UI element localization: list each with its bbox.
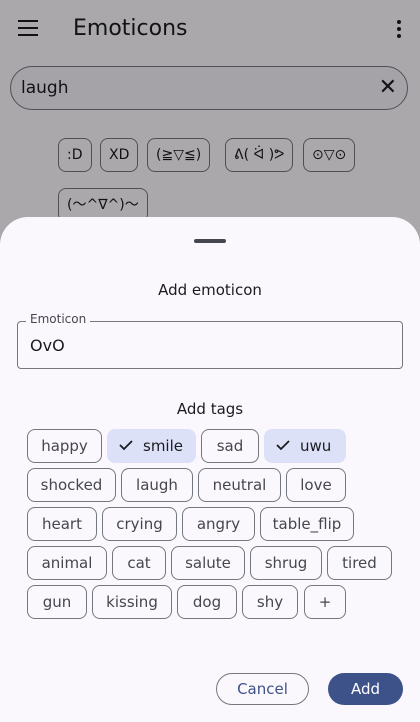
- tag-chip-love[interactable]: love: [286, 468, 346, 502]
- emoticon-field[interactable]: Emoticon OvO: [17, 312, 403, 369]
- tag-chip-dog[interactable]: dog: [177, 585, 237, 619]
- tags-title: Add tags: [176, 400, 244, 418]
- tag-chip-uwu[interactable]: uwu: [264, 429, 346, 463]
- check-icon: [119, 440, 133, 451]
- tag-chip-angry[interactable]: angry: [182, 507, 255, 541]
- tag-chip-heart[interactable]: heart: [27, 507, 97, 541]
- tag-chip-salute[interactable]: salute: [171, 546, 245, 580]
- add-tag-button[interactable]: +: [304, 585, 346, 619]
- tag-chip-sad[interactable]: sad: [201, 429, 259, 463]
- check-icon: [276, 440, 290, 451]
- tag-chip-animal[interactable]: animal: [27, 546, 107, 580]
- tag-chip-tired[interactable]: tired: [327, 546, 392, 580]
- tag-chip-neutral[interactable]: neutral: [198, 468, 281, 502]
- emoticon-field-label: Emoticon: [26, 312, 91, 326]
- tag-chip-shocked[interactable]: shocked: [27, 468, 116, 502]
- emoticon-input[interactable]: OvO: [30, 336, 65, 355]
- tag-chip-crying[interactable]: crying: [102, 507, 177, 541]
- tag-chip-happy[interactable]: happy: [27, 429, 102, 463]
- add-button[interactable]: Add: [328, 673, 403, 705]
- tag-chip-shy[interactable]: shy: [242, 585, 298, 619]
- tag-chip-shrug[interactable]: shrug: [250, 546, 322, 580]
- tag-chip-smile[interactable]: smile: [107, 429, 196, 463]
- tag-chip-cat[interactable]: cat: [112, 546, 166, 580]
- drag-handle[interactable]: [194, 239, 226, 243]
- sheet-title: Add emoticon: [158, 281, 262, 299]
- tag-chip-kissing[interactable]: kissing: [92, 585, 172, 619]
- add-emoticon-sheet: Add emoticon Emoticon OvO Add tags happy…: [0, 217, 420, 722]
- tag-chip-gun[interactable]: gun: [27, 585, 87, 619]
- tag-chip-laugh[interactable]: laugh: [121, 468, 193, 502]
- tag-chip-table-flip[interactable]: table_flip: [260, 507, 354, 541]
- cancel-button[interactable]: Cancel: [216, 673, 309, 705]
